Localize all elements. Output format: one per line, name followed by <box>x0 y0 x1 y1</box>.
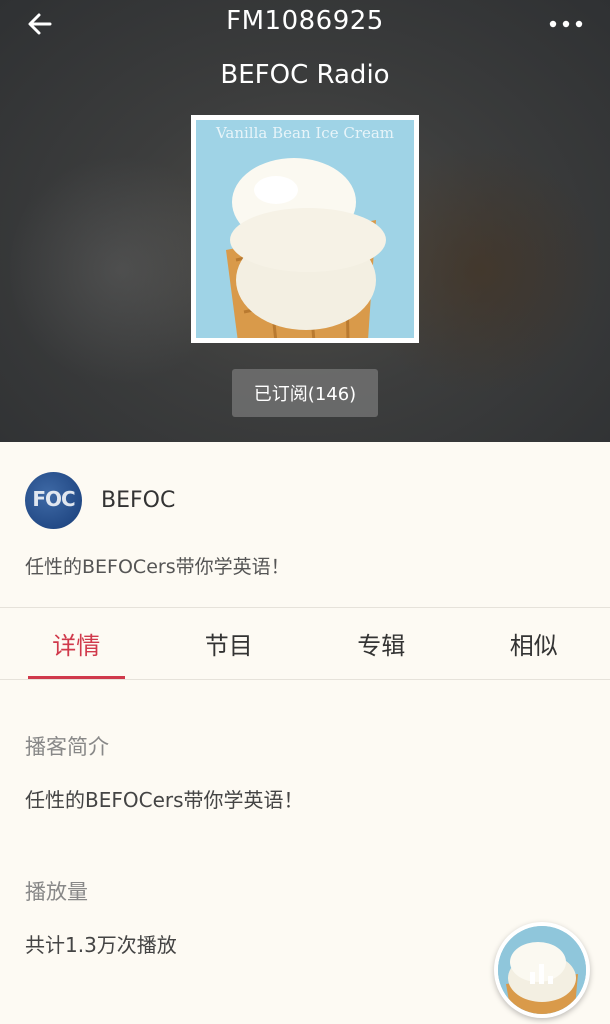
tab-albums[interactable]: 专辑 <box>305 608 458 679</box>
tab-bar: 详情 节目 专辑 相似 <box>0 608 610 679</box>
podcast-cover: Vanilla Bean Ice Cream <box>191 115 419 343</box>
plays-heading: 播放量 <box>25 880 88 904</box>
more-dots-icon <box>549 20 583 28</box>
author-description: 任性的BEFOCers带你学英语！ <box>25 556 290 578</box>
tab-label: 详情 <box>52 632 101 660</box>
divider <box>0 679 610 680</box>
author-avatar[interactable]: FOC <box>25 471 82 529</box>
podcast-title: BEFOC Radio <box>220 60 390 90</box>
equalizer-bars-icon <box>530 964 553 984</box>
tab-similar[interactable]: 相似 <box>458 608 610 679</box>
cover-image: Vanilla Bean Ice Cream <box>196 120 414 338</box>
intro-heading: 播客简介 <box>25 735 109 759</box>
more-options-button[interactable] <box>542 6 590 42</box>
cover-caption: Vanilla Bean Ice Cream <box>215 124 395 142</box>
avatar-logo-text: FOC <box>32 486 75 511</box>
tab-details[interactable]: 详情 <box>0 608 153 679</box>
mini-player-button[interactable] <box>494 922 590 1018</box>
author-row[interactable]: FOC BEFOC <box>25 471 175 529</box>
station-id-title: FM1086925 <box>226 6 384 36</box>
tab-label: 节目 <box>204 632 253 660</box>
tab-label: 相似 <box>509 632 558 660</box>
tab-episodes[interactable]: 节目 <box>153 608 306 679</box>
podcast-header: FM1086925 BEFOC Radio Vanilla Bean Ice C… <box>0 0 610 442</box>
intro-text: 任性的BEFOCers带你学英语！ <box>25 788 304 812</box>
ice-cream-illustration <box>196 120 414 338</box>
mini-player-artwork <box>498 926 586 1014</box>
tab-label: 专辑 <box>357 632 406 660</box>
author-name[interactable]: BEFOC <box>101 488 175 513</box>
plays-count-text: 共计1.3万次播放 <box>25 933 177 957</box>
subscribe-button[interactable]: 已订阅(146) <box>232 369 378 417</box>
